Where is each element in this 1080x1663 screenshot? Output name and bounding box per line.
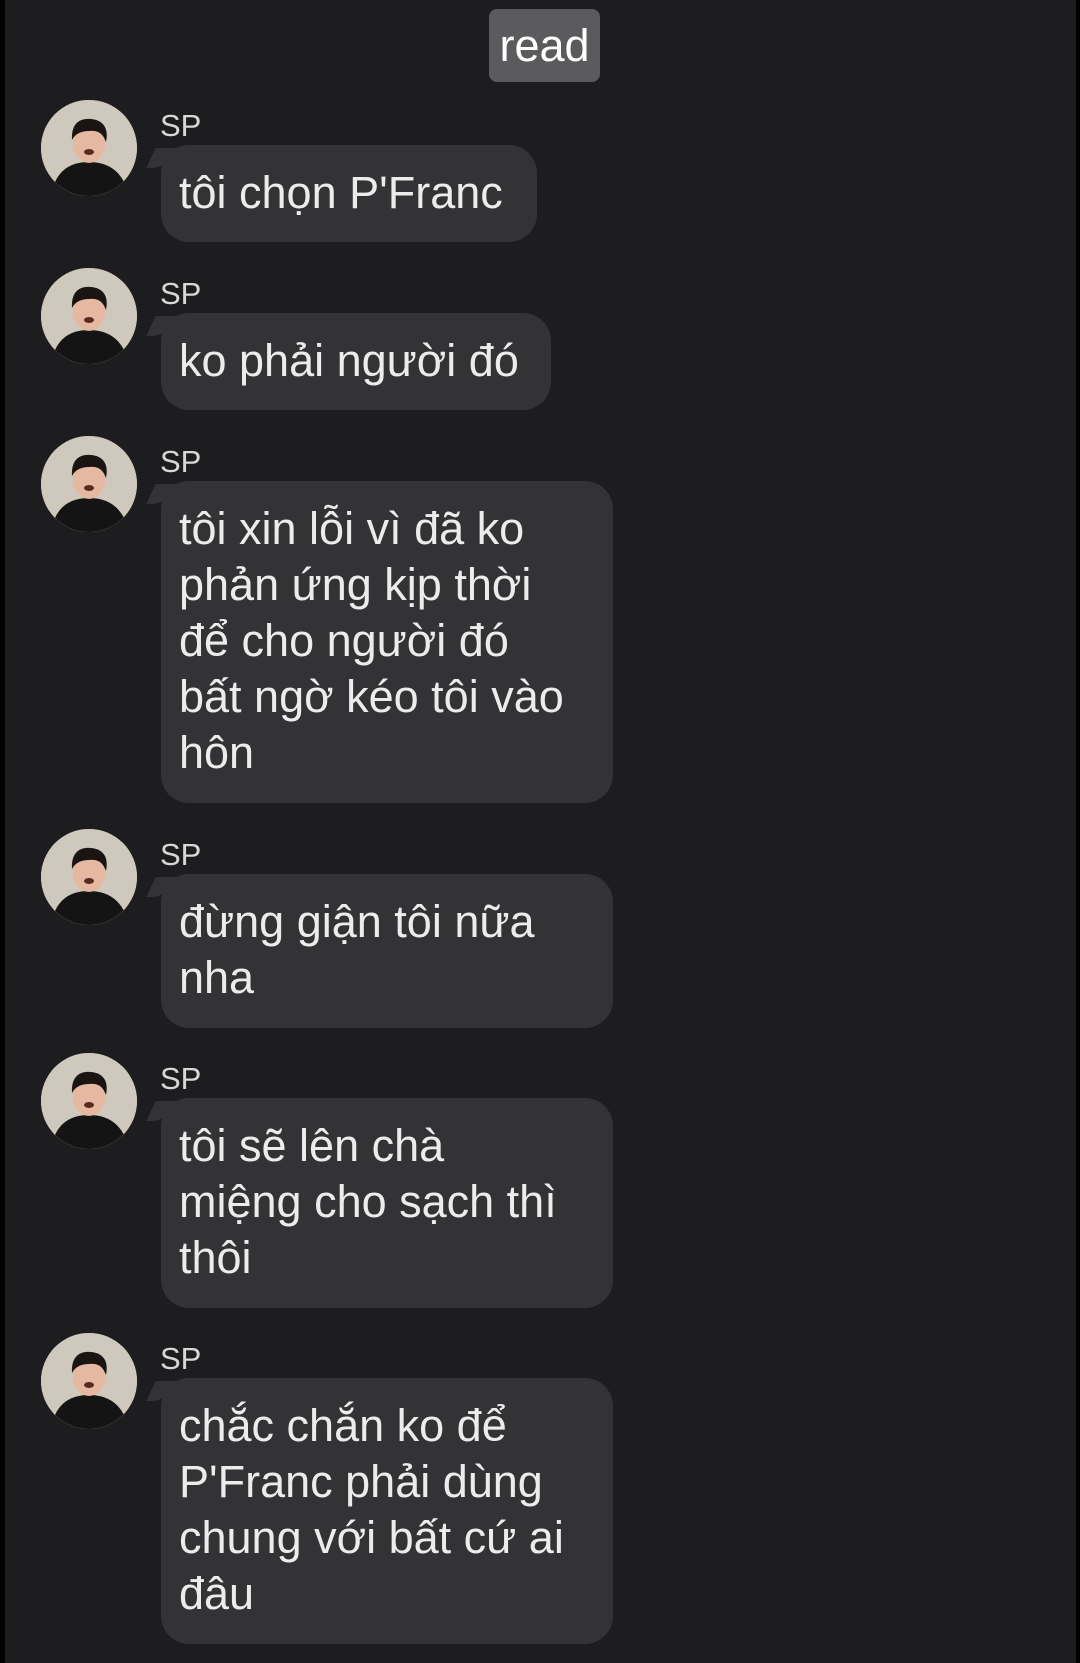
avatar[interactable] [41,1333,137,1429]
profile-photo-icon [41,436,137,532]
sender-name: SP [160,1341,202,1376]
read-receipt: read [489,9,600,82]
message-bubble[interactable]: chắc chắn ko để P'Franc phải dùng chung … [161,1378,613,1644]
avatar[interactable] [41,436,137,532]
profile-photo-icon [41,1333,137,1429]
message-bubble[interactable]: đừng giận tôi nữa nha [161,874,613,1028]
message-bubble[interactable]: tôi sẽ lên chà miệng cho sạch thì thôi [161,1098,613,1308]
sender-name: SP [160,276,202,311]
avatar[interactable] [41,1053,137,1149]
profile-photo-icon [41,829,137,925]
chat-screen: read SP tôi chọn P'Franc SP ko phải ngườ… [5,0,1076,1663]
sender-name: SP [160,837,202,872]
message-bubble[interactable]: tôi chọn P'Franc [161,145,537,242]
sender-name: SP [160,444,202,479]
avatar[interactable] [41,268,137,364]
profile-photo-icon [41,100,137,196]
sender-name: SP [160,108,202,143]
sender-name: SP [160,1061,202,1096]
message-bubble[interactable]: ko phải người đó [161,313,551,410]
profile-photo-icon [41,268,137,364]
message-bubble[interactable]: tôi xin lỗi vì đã ko phản ứng kịp thời đ… [161,481,613,803]
avatar[interactable] [41,100,137,196]
profile-photo-icon [41,1053,137,1149]
avatar[interactable] [41,829,137,925]
